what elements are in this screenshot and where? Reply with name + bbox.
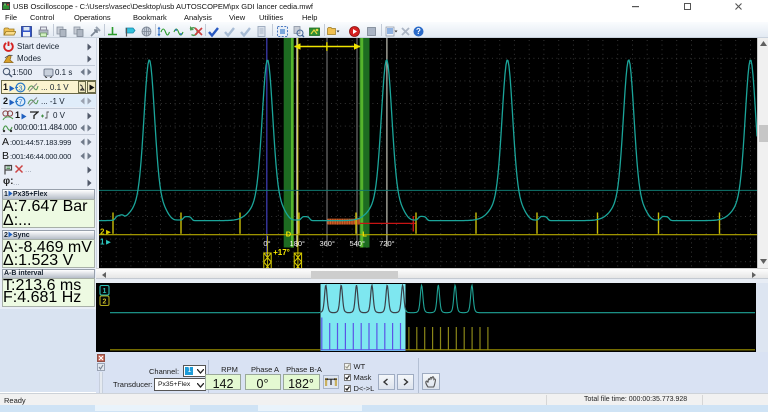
svg-text:3: 3 xyxy=(18,83,22,92)
svg-text:180°: 180° xyxy=(290,239,306,248)
svg-text:0°: 0° xyxy=(263,239,270,248)
svg-text:7: 7 xyxy=(18,97,22,106)
svg-text:540°: 540° xyxy=(349,239,365,248)
svg-text:1: 1 xyxy=(103,288,107,295)
svg-text:?: ? xyxy=(416,27,421,36)
svg-text:+17°: +17° xyxy=(273,248,290,257)
svg-text:D: D xyxy=(286,230,292,239)
svg-text:2: 2 xyxy=(103,299,107,306)
svg-text:360°: 360° xyxy=(319,239,335,248)
svg-text:2►: 2► xyxy=(100,228,112,237)
svg-text:720°: 720° xyxy=(379,239,395,248)
svg-text:L: L xyxy=(362,230,367,239)
svg-text:1►: 1► xyxy=(100,238,112,247)
